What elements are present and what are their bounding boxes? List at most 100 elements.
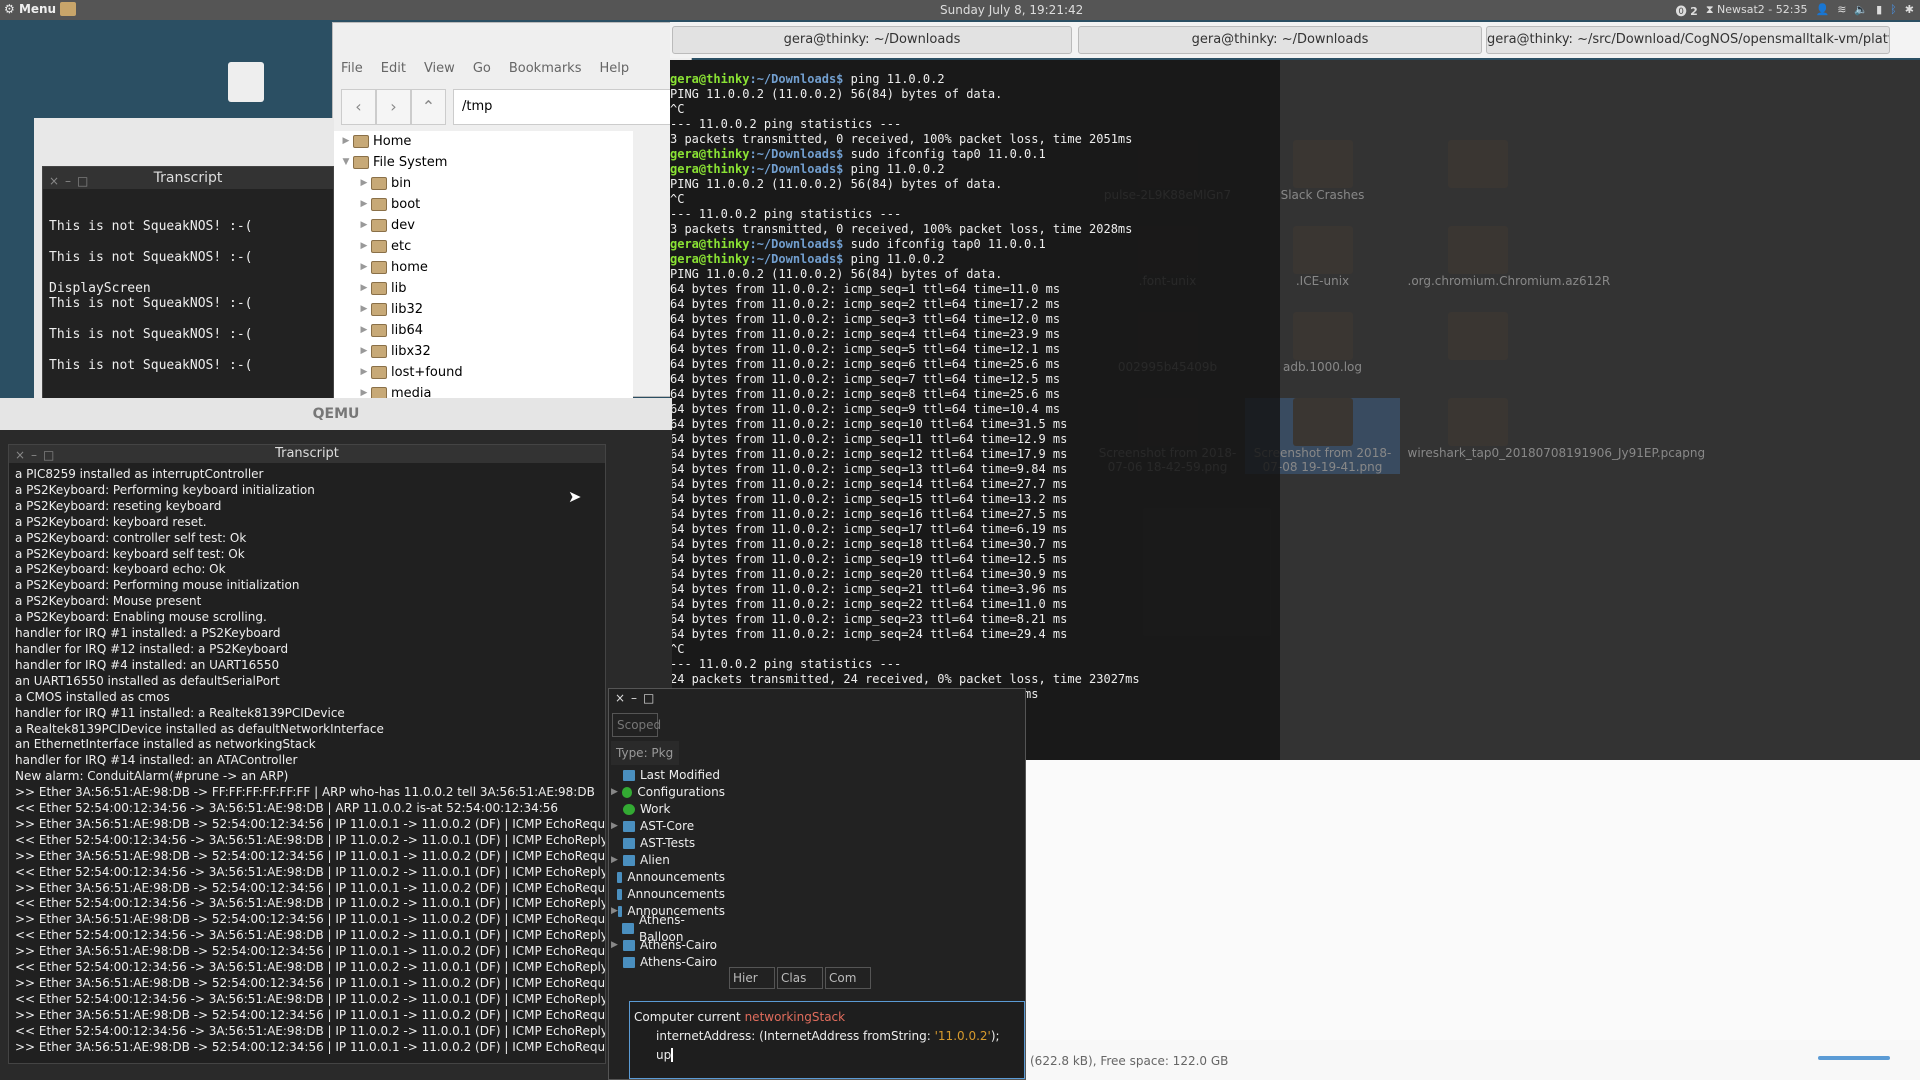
tree-item-label: lib32 [391, 302, 424, 317]
terminal-output[interactable]: gera@thinky:~/Downloads$ ping 11.0.0.2 PI… [670, 60, 1280, 760]
terminal-tab-1[interactable]: gera@thinky: ~/Downloads [672, 26, 1072, 54]
package-item[interactable]: Announcements [611, 886, 725, 903]
folder-icon [353, 156, 369, 169]
terminal-text: 64 bytes from 11.0.0.2: icmp_seq=23 ttl=… [670, 612, 1068, 626]
tree-item[interactable]: ▶ etc [333, 236, 633, 257]
user-icon[interactable]: 👤 [1815, 3, 1829, 19]
notification-icon[interactable]: ⓿ 2 [1676, 3, 1698, 19]
battery-icon[interactable]: ▮ [1876, 3, 1882, 19]
expander-arrow-icon[interactable]: ▶ [611, 903, 618, 920]
expander-arrow-icon[interactable]: ▶ [339, 131, 353, 152]
package-label: Last Modified [640, 768, 721, 782]
terminal-text: 64 bytes from 11.0.0.2: icmp_seq=9 ttl=6… [670, 402, 1061, 416]
folder-icon [371, 366, 387, 379]
tree-item[interactable]: ▶ lib64 [333, 320, 633, 341]
package-filter-input[interactable]: Type: Pkg [611, 741, 679, 765]
tree-item[interactable]: ▶ home [333, 257, 633, 278]
package-label: Work [640, 802, 671, 816]
tab-class[interactable]: Clas [777, 967, 823, 989]
tree-item[interactable]: ▶ dev [333, 215, 633, 236]
window-controls[interactable]: ×–□ [49, 170, 94, 192]
package-item[interactable]: ▶ Alien [611, 852, 725, 869]
expander-arrow-icon[interactable]: ▶ [611, 784, 622, 801]
terminal-line: 3 packets transmitted, 0 received, 100% … [670, 132, 1280, 147]
wifi-icon[interactable]: ≋ [1837, 3, 1846, 19]
file-item[interactable] [1400, 312, 1555, 374]
terminal-tab-2[interactable]: gera@thinky: ~/Downloads [1078, 26, 1482, 54]
folder-icon [371, 345, 387, 358]
package-label: Athens-Cairo [640, 938, 717, 952]
tree-item[interactable]: ▼ File System [333, 152, 633, 173]
code-string: '11.0.0.2' [934, 1029, 991, 1043]
expander-arrow-icon[interactable]: ▶ [611, 852, 623, 869]
tree-item[interactable]: ▶ libx32 [333, 341, 633, 362]
menu-view[interactable]: View [424, 61, 455, 76]
transcript2-title: Transcript [275, 446, 339, 461]
tree-item[interactable]: ▶ lib32 [333, 299, 633, 320]
window-controls[interactable]: ×–□ [15, 446, 60, 464]
terminal-text: --- 11.0.0.2 ping statistics --- [670, 207, 902, 221]
menu-go[interactable]: Go [473, 61, 491, 76]
expander-arrow-icon[interactable]: ▶ [357, 173, 371, 194]
bluetooth-icon[interactable]: ᛒ [1890, 3, 1897, 19]
menu-edit[interactable]: Edit [381, 61, 406, 76]
package-item[interactable]: Last Modified [611, 767, 725, 784]
package-item[interactable]: Athens-Cairo [611, 954, 725, 971]
zoom-slider[interactable] [1818, 1056, 1890, 1060]
scope-button[interactable]: Scoped [612, 713, 661, 737]
file-item[interactable] [1400, 140, 1555, 202]
expander-arrow-icon[interactable]: ▶ [357, 278, 371, 299]
expander-arrow-icon[interactable]: ▶ [357, 194, 371, 215]
window-controls[interactable]: ×–□ [615, 691, 660, 705]
transcript-line: a Realtek8139PCIDevice installed as defa… [15, 721, 384, 736]
forward-button[interactable]: › [376, 89, 411, 125]
transcript-line: a PS2Keyboard: controller self test: Ok [15, 530, 247, 545]
tree-item[interactable]: ▶ lost+found [333, 362, 633, 383]
file-item[interactable]: .org.chromium.Chromium.az612R [1400, 226, 1610, 288]
terminal-line: PING 11.0.0.2 (11.0.0.2) 56(84) bytes of… [670, 177, 1280, 192]
package-item[interactable]: Work [611, 801, 725, 818]
package-item[interactable]: ▶ Configurations [611, 784, 725, 801]
volume-icon[interactable]: 🔈 [1854, 3, 1868, 19]
terminal-tab-3[interactable]: gera@thinky: ~/src/Download/CogNOS/opens… [1486, 26, 1890, 54]
desktop-file-icon[interactable] [228, 62, 264, 102]
package-item[interactable]: ▶ Athens-Cairo [611, 937, 725, 954]
expander-arrow-icon[interactable]: ▶ [357, 341, 371, 362]
up-button[interactable]: ⌃ [411, 89, 446, 125]
folder-icon [371, 198, 387, 211]
timer-indicator[interactable]: ⧗ Newsat2 - 52:35 [1706, 3, 1808, 19]
file-manager-launcher-icon[interactable] [60, 2, 76, 16]
code-editor[interactable]: Computer current networkingStack interne… [629, 1001, 1025, 1079]
tree-item[interactable]: ▶ bin [333, 173, 633, 194]
expander-arrow-icon[interactable]: ▶ [357, 257, 371, 278]
expander-arrow-icon[interactable]: ▶ [357, 236, 371, 257]
file-item[interactable]: wireshark_tap0_20180708191906_Jy91EP.pca… [1400, 398, 1705, 474]
package-item[interactable]: ▶ AST-Core [611, 818, 725, 835]
terminal-line: gera@thinky:~/Downloads$ sudo ifconfig t… [670, 147, 1280, 162]
location-field[interactable]: /tmp [453, 89, 693, 125]
package-item[interactable]: AST-Tests [611, 835, 725, 852]
tree-item[interactable]: ▶ lib [333, 278, 633, 299]
menu-file[interactable]: File [341, 61, 363, 76]
package-item[interactable]: Announcements [611, 869, 725, 886]
expander-arrow-icon[interactable]: ▶ [611, 818, 623, 835]
menu-button[interactable]: ⚙ Menu [4, 2, 56, 16]
expander-arrow-icon[interactable]: ▶ [357, 215, 371, 236]
expander-arrow-icon[interactable]: ▼ [339, 152, 353, 173]
tree-item[interactable]: ▶ boot [333, 194, 633, 215]
menu-help[interactable]: Help [599, 61, 629, 76]
back-button[interactable]: ‹ [341, 89, 376, 125]
tab-hierarchy[interactable]: Hier [729, 967, 775, 989]
settings-icon[interactable]: ✱ [1905, 3, 1914, 19]
terminal-text: --- 11.0.0.2 ping statistics --- [670, 657, 902, 671]
package-item[interactable]: Athens-Balloon [611, 913, 725, 944]
expander-arrow-icon[interactable]: ▶ [357, 320, 371, 341]
expander-arrow-icon[interactable]: ▶ [357, 362, 371, 383]
transcript-line: >> Ether 3A:56:51:AE:98:DB -> FF:FF:FF:F… [15, 785, 595, 800]
transcript-line: a PS2Keyboard: Performing mouse initiali… [15, 578, 300, 593]
menu-bookmarks[interactable]: Bookmarks [509, 61, 582, 76]
tree-item[interactable]: ▶ Home [333, 131, 633, 152]
tab-comment[interactable]: Com [825, 967, 871, 989]
expander-arrow-icon[interactable]: ▶ [357, 299, 371, 320]
expander-arrow-icon[interactable]: ▶ [611, 937, 623, 954]
